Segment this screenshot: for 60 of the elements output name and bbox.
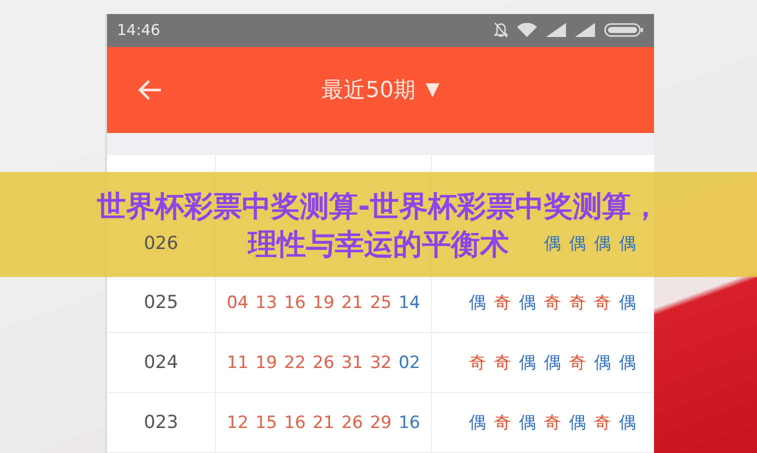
period-cell: 024 [144, 352, 178, 374]
parity-label: 奇 [494, 352, 511, 374]
draw-number: 04 [226, 292, 248, 313]
draw-number: 16 [284, 412, 306, 433]
parity-label: 偶 [594, 232, 611, 255]
parity-label: 奇 [544, 412, 561, 434]
signal-icon [546, 23, 566, 38]
signal-icon [575, 23, 595, 38]
parity-label: 偶 [619, 292, 636, 314]
period-cell: 025 [144, 292, 178, 314]
parity-label: 奇 [494, 292, 511, 314]
draw-number: 12 [226, 412, 248, 433]
parity-label: 奇 [469, 352, 486, 374]
banner-title: 理性与幸运的平衡术 [248, 226, 509, 262]
parity-label: 偶 [544, 232, 561, 255]
period-cell: 023 [144, 412, 178, 434]
draw-number: 11 [226, 352, 248, 373]
back-icon[interactable] [137, 78, 163, 101]
draw-number: 16 [398, 412, 420, 433]
bell-off-icon [494, 22, 508, 38]
parity-label: 奇 [569, 292, 586, 314]
draw-number: 19 [255, 352, 278, 373]
parity-label: 偶 [544, 352, 561, 374]
draw-number: 14 [398, 292, 420, 313]
period-cell: 026 [144, 232, 178, 254]
wifi-icon [517, 23, 537, 38]
draw-number: 15 [255, 412, 278, 433]
draw-number: 22 [284, 352, 306, 373]
status-time: 14:46 [117, 21, 160, 40]
parity-label: 奇 [494, 412, 511, 434]
banner-title: 世界杯彩票中奖测算-世界杯彩票中奖测算， [96, 188, 660, 224]
parity-label: 偶 [569, 232, 586, 255]
period-dropdown[interactable]: 最近50期 ▼ [322, 74, 440, 105]
parity-label: 偶 [569, 412, 586, 434]
parity-label: 偶 [519, 412, 536, 434]
draw-number: 32 [370, 352, 392, 373]
draw-number: 02 [398, 352, 420, 373]
parity-label: 奇 [569, 352, 586, 374]
draw-number: 26 [341, 412, 363, 433]
draw-number: 13 [255, 292, 278, 313]
draw-number: 31 [341, 352, 363, 373]
parity-label: 偶 [619, 232, 636, 255]
draw-number: 19 [312, 292, 334, 313]
parity-label: 奇 [544, 292, 561, 314]
battery-icon [604, 23, 644, 38]
parity-label: 偶 [469, 412, 486, 434]
parity-label: 偶 [619, 412, 636, 434]
parity-label: 偶 [519, 352, 536, 374]
parity-label: 偶 [469, 292, 486, 314]
draw-number: 21 [312, 412, 334, 433]
parity-label: 奇 [594, 292, 611, 314]
draw-number: 21 [341, 292, 363, 313]
draw-number: 25 [370, 292, 392, 313]
draw-number: 26 [312, 352, 334, 373]
parity-label: 偶 [519, 292, 536, 314]
parity-label: 奇 [594, 412, 611, 434]
draw-number: 29 [370, 412, 392, 433]
parity-label: 偶 [619, 352, 636, 374]
parity-label: 偶 [594, 352, 611, 374]
draw-number: 16 [284, 292, 306, 313]
